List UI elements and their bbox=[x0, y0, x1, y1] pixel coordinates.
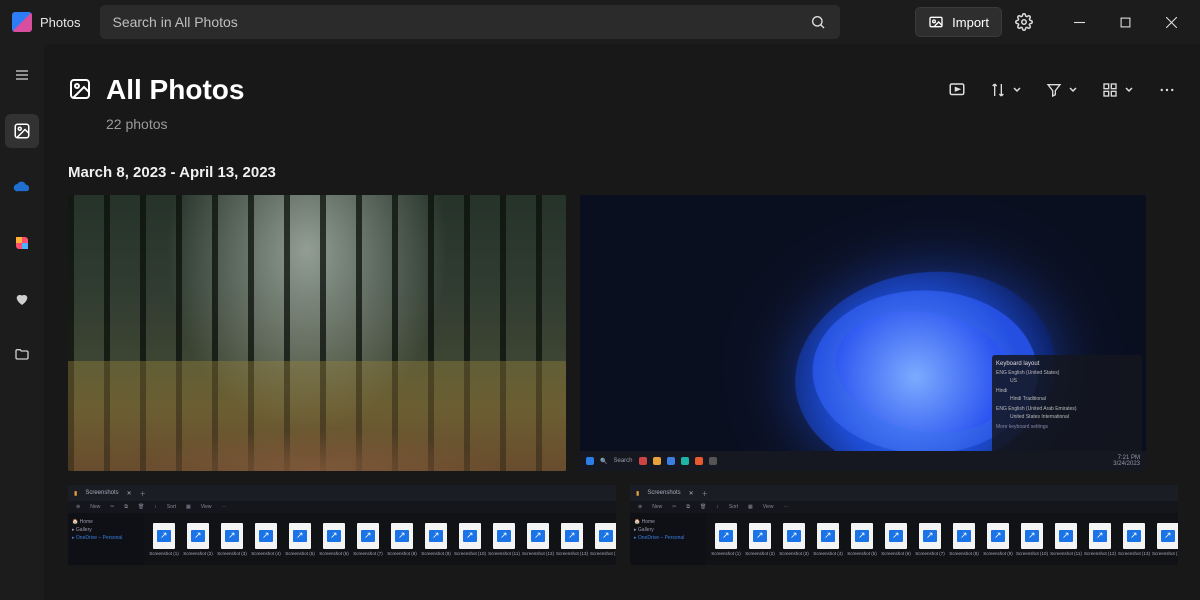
photo-count: 22 photos bbox=[106, 116, 1176, 132]
search-icon[interactable] bbox=[808, 12, 828, 32]
file-item: Screenshot (7) bbox=[354, 523, 382, 556]
import-button[interactable]: Import bbox=[915, 7, 1002, 37]
sort-button[interactable] bbox=[990, 82, 1022, 98]
app-logo-icon bbox=[12, 12, 32, 32]
search-input[interactable] bbox=[112, 14, 808, 30]
gallery-toolbar bbox=[948, 81, 1176, 99]
chevron-down-icon bbox=[1012, 85, 1022, 95]
photo-thumb-explorer-2[interactable]: ▮Screenshots✕＋ ⊕New✂⧉🗑↕Sort▦View⋯ 🏠 Home… bbox=[630, 485, 1178, 565]
file-item: Screenshot (1) bbox=[150, 523, 178, 556]
window-minimize-button[interactable] bbox=[1056, 6, 1102, 38]
file-item: Screenshot (5) bbox=[286, 523, 314, 556]
chevron-down-icon bbox=[1124, 85, 1134, 95]
titlebar: Photos Import bbox=[0, 0, 1200, 44]
chevron-down-icon bbox=[1068, 85, 1078, 95]
import-label: Import bbox=[952, 15, 989, 30]
sidebar-item-all-photos[interactable] bbox=[5, 114, 39, 148]
sidebar-menu-button[interactable] bbox=[5, 58, 39, 92]
page-title: All Photos bbox=[106, 74, 244, 106]
photo-thumb-explorer-1[interactable]: ▮Screenshots✕＋ ⊕New✂⧉🗑↕Sort▦View⋯ 🏠 Home… bbox=[68, 485, 616, 565]
settings-button[interactable] bbox=[1006, 4, 1042, 40]
photo-thumb-screenshot-bloom[interactable]: Keyboard layout ENG English (United Stat… bbox=[580, 195, 1146, 471]
explorer-titlebar: ▮Screenshots✕＋ bbox=[630, 485, 1178, 501]
date-range-heading: March 8, 2023 - April 13, 2023 bbox=[68, 164, 1176, 181]
explorer-titlebar: ▮Screenshots✕＋ bbox=[68, 485, 616, 501]
sidebar-item-favorites[interactable] bbox=[5, 282, 39, 316]
file-grid: Screenshot (1)Screenshot (2)Screenshot (… bbox=[144, 513, 616, 565]
file-item: Screenshot (12) bbox=[524, 523, 552, 556]
file-item: Screenshot (14) bbox=[592, 523, 616, 556]
file-item: Screenshot (3) bbox=[780, 523, 808, 556]
window-close-button[interactable] bbox=[1148, 6, 1194, 38]
gallery-icon bbox=[68, 77, 94, 103]
keyboard-layout-overlay: Keyboard layout ENG English (United Stat… bbox=[992, 355, 1142, 455]
sidebar-item-folders[interactable] bbox=[5, 338, 39, 372]
file-item: Screenshot (11) bbox=[1052, 523, 1080, 556]
filter-button[interactable] bbox=[1046, 82, 1078, 98]
more-button[interactable] bbox=[1158, 81, 1176, 99]
file-item: Screenshot (12) bbox=[1086, 523, 1114, 556]
file-item: Screenshot (7) bbox=[916, 523, 944, 556]
file-item: Screenshot (4) bbox=[814, 523, 842, 556]
file-item: Screenshot (1) bbox=[712, 523, 740, 556]
file-item: Screenshot (2) bbox=[746, 523, 774, 556]
file-item: Screenshot (3) bbox=[218, 523, 246, 556]
file-item: Screenshot (6) bbox=[320, 523, 348, 556]
file-item: Screenshot (10) bbox=[456, 523, 484, 556]
photo-thumb-forest[interactable] bbox=[68, 195, 566, 471]
file-item: Screenshot (9) bbox=[422, 523, 450, 556]
file-item: Screenshot (6) bbox=[882, 523, 910, 556]
file-item: Screenshot (13) bbox=[1120, 523, 1148, 556]
sidebar-item-onedrive[interactable] bbox=[5, 170, 39, 204]
file-item: Screenshot (8) bbox=[950, 523, 978, 556]
file-item: Screenshot (8) bbox=[388, 523, 416, 556]
file-item: Screenshot (13) bbox=[558, 523, 586, 556]
file-item: Screenshot (2) bbox=[184, 523, 212, 556]
slideshow-button[interactable] bbox=[948, 81, 966, 99]
import-icon bbox=[928, 14, 944, 30]
view-layout-button[interactable] bbox=[1102, 82, 1134, 98]
file-grid: Screenshot (1)Screenshot (2)Screenshot (… bbox=[706, 513, 1178, 565]
main-content: All Photos bbox=[44, 44, 1200, 600]
window-maximize-button[interactable] bbox=[1102, 6, 1148, 38]
app-title: Photos bbox=[40, 15, 80, 30]
search-input-wrap[interactable] bbox=[100, 5, 840, 39]
sidebar-item-icloud[interactable] bbox=[5, 226, 39, 260]
file-item: Screenshot (14) bbox=[1154, 523, 1178, 556]
file-item: Screenshot (4) bbox=[252, 523, 280, 556]
file-item: Screenshot (9) bbox=[984, 523, 1012, 556]
file-item: Screenshot (10) bbox=[1018, 523, 1046, 556]
file-item: Screenshot (5) bbox=[848, 523, 876, 556]
taskbar-in-screenshot: 🔍Search 7:21 PM3/24/2023 bbox=[580, 451, 1146, 471]
sidebar bbox=[0, 44, 44, 600]
file-item: Screenshot (11) bbox=[490, 523, 518, 556]
